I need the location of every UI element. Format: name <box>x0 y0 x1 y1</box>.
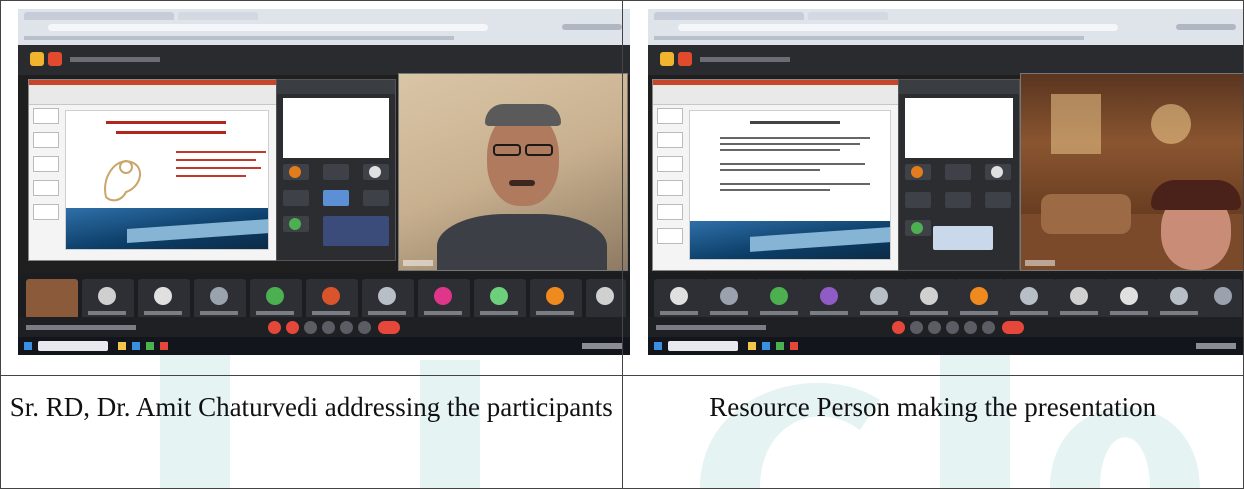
caption-right-text: Resource Person making the presentation <box>709 392 1157 422</box>
photo-table: Sr. RD, Dr. Amit Chaturvedi addressing t… <box>0 0 1244 489</box>
photo-cell-right <box>621 0 1244 376</box>
caption-left: Sr. RD, Dr. Amit Chaturvedi addressing t… <box>0 375 623 489</box>
photo-cell-left <box>0 0 623 376</box>
caption-right: Resource Person making the presentation <box>621 375 1244 489</box>
caption-left-text: Sr. RD, Dr. Amit Chaturvedi addressing t… <box>9 392 613 422</box>
